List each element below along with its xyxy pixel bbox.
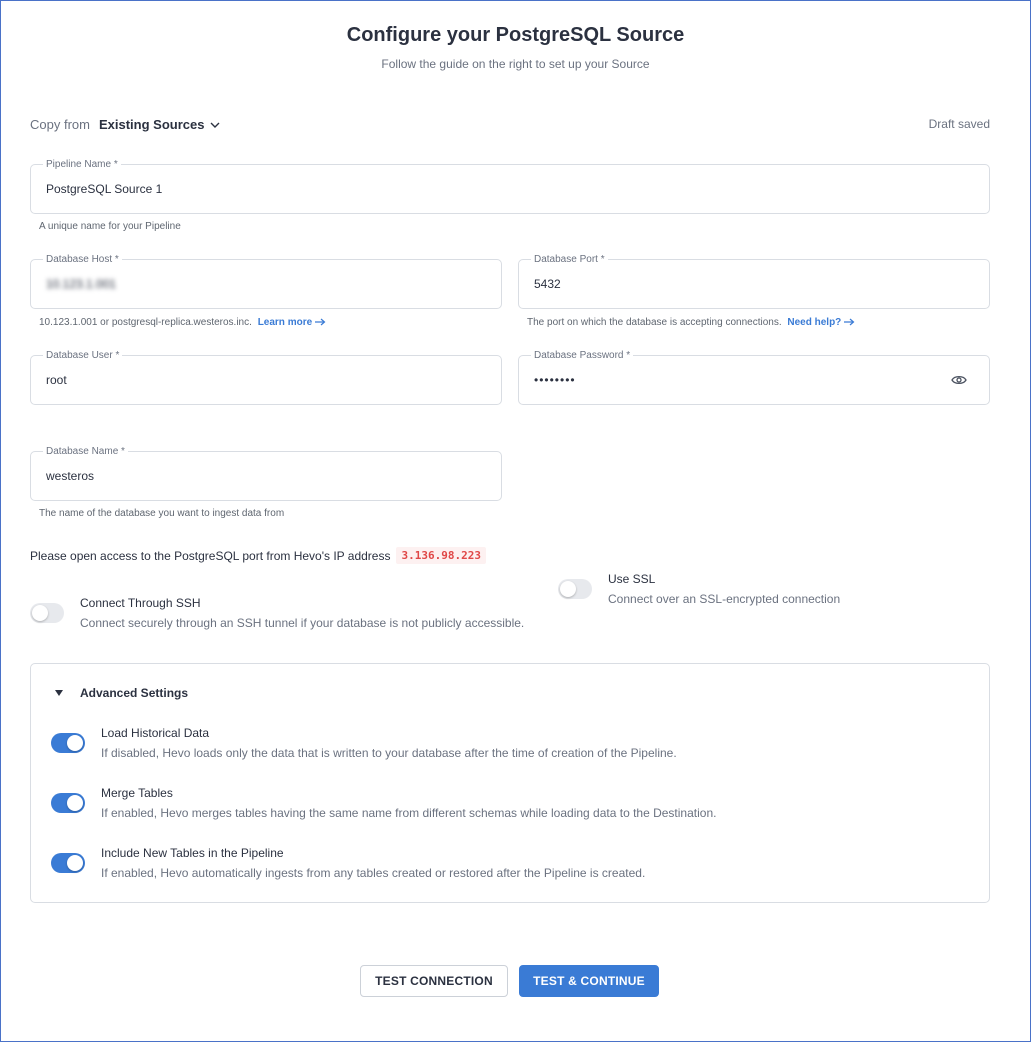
learn-more-link[interactable]: Learn more [258, 317, 326, 328]
eye-icon[interactable] [951, 374, 967, 386]
page-subtitle: Follow the guide on the right to set up … [381, 57, 650, 71]
database-host-hint-text: 10.123.1.001 or postgresql-replica.weste… [39, 317, 252, 328]
advanced-settings-title: Advanced Settings [80, 686, 189, 700]
database-port-hint-text: The port on which the database is accept… [527, 317, 782, 328]
database-name-field[interactable]: Database Name * westeros [30, 446, 502, 501]
ssl-option-description: Connect over an SSL-encrypted connection [608, 592, 841, 606]
draft-status: Draft saved [928, 117, 990, 131]
database-password-input[interactable]: •••••••• [534, 356, 576, 404]
ssh-toggle[interactable] [30, 603, 64, 623]
pipeline-name-input[interactable]: PostgreSQL Source 1 [46, 165, 162, 213]
database-host-field[interactable]: Database Host * 10.123.1.001 [30, 254, 502, 309]
database-name-input[interactable]: westeros [46, 452, 94, 500]
database-host-input[interactable]: 10.123.1.001 [46, 260, 116, 308]
pipeline-name-hint: A unique name for your Pipeline [39, 221, 181, 232]
toggle-knob [32, 605, 48, 621]
include-new-tables-description: If enabled, Hevo automatically ingests f… [101, 866, 646, 880]
database-name-hint: The name of the database you want to ing… [39, 508, 285, 519]
ip-address-badge: 3.136.98.223 [396, 547, 486, 564]
arrow-right-icon [844, 318, 855, 326]
pipeline-name-field[interactable]: Pipeline Name * PostgreSQL Source 1 [30, 159, 990, 214]
database-port-hint: The port on which the database is accept… [527, 317, 855, 328]
load-historical-data-description: If disabled, Hevo loads only the data th… [101, 746, 677, 760]
ip-notice: Please open access to the PostgreSQL por… [30, 547, 486, 564]
database-port-field[interactable]: Database Port * 5432 [518, 254, 990, 309]
toggle-knob [67, 795, 83, 811]
advanced-settings-panel: Advanced Settings Load Historical Data I… [30, 663, 990, 903]
arrow-right-icon [314, 318, 326, 326]
database-port-input[interactable]: 5432 [534, 260, 561, 308]
toggle-knob [560, 581, 576, 597]
load-historical-data-toggle[interactable] [51, 733, 85, 753]
load-historical-data-title: Load Historical Data [101, 726, 210, 740]
ssl-option-title: Use SSL [608, 572, 656, 586]
ip-notice-text: Please open access to the PostgreSQL por… [30, 548, 391, 563]
need-help-label: Need help? [787, 317, 842, 328]
toggle-knob [67, 735, 83, 751]
chevron-down-icon [210, 122, 220, 128]
existing-sources-label: Existing Sources [98, 117, 205, 132]
test-continue-button[interactable]: TEST & CONTINUE [519, 965, 659, 997]
merge-tables-description: If enabled, Hevo merges tables having th… [101, 806, 717, 820]
test-connection-button[interactable]: TEST CONNECTION [360, 965, 508, 997]
database-password-field[interactable]: Database Password * •••••••• [518, 350, 990, 405]
database-user-field[interactable]: Database User * root [30, 350, 502, 405]
copy-from: Copy from Existing Sources [30, 117, 220, 132]
merge-tables-title: Merge Tables [101, 786, 173, 800]
ssh-option-description: Connect securely through an SSH tunnel i… [80, 616, 525, 630]
ssl-toggle[interactable] [558, 579, 592, 599]
advanced-settings-toggle[interactable]: Advanced Settings [55, 686, 188, 700]
page-title: Configure your PostgreSQL Source [346, 24, 685, 46]
existing-sources-dropdown[interactable]: Existing Sources [99, 117, 220, 132]
database-user-input[interactable]: root [46, 356, 67, 404]
caret-down-icon [55, 690, 63, 696]
toggle-knob [67, 855, 83, 871]
database-host-hint: 10.123.1.001 or postgresql-replica.weste… [39, 317, 326, 328]
merge-tables-toggle[interactable] [51, 793, 85, 813]
copy-from-label: Copy from [30, 117, 90, 132]
need-help-link[interactable]: Need help? [787, 317, 855, 328]
include-new-tables-title: Include New Tables in the Pipeline [101, 846, 284, 860]
ssh-option-title: Connect Through SSH [80, 596, 201, 610]
learn-more-label: Learn more [257, 317, 313, 328]
include-new-tables-toggle[interactable] [51, 853, 85, 873]
